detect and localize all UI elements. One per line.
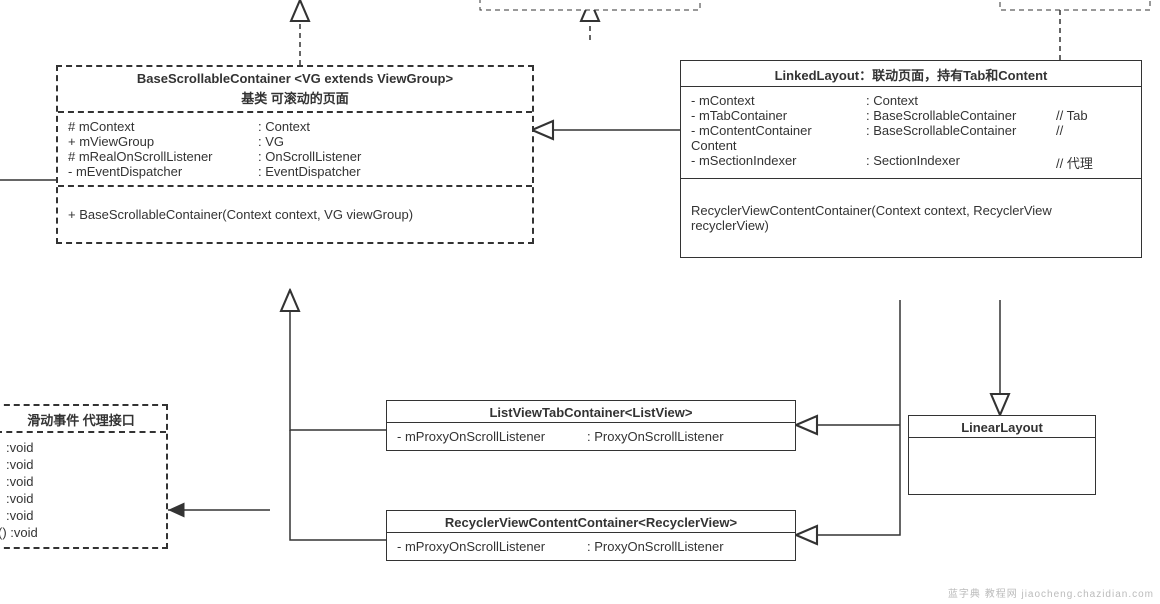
watermark: 蓝字典 教程网 jiaocheng.chazidian.com (948, 585, 1154, 600)
fields: - mProxyOnScrollListener: ProxyOnScrollL… (387, 533, 795, 560)
fields: - mContext: Context - mTabContainer: Bas… (681, 87, 1141, 178)
fields: # mContext: Context + mViewGroup: VG # m… (58, 113, 532, 185)
class-title: 滑动事件 代理接口 (0, 406, 166, 431)
class-title: RecyclerViewContentContainer<RecyclerVie… (387, 511, 795, 532)
class-title: ListViewTabContainer<ListView> (387, 401, 795, 422)
class-title: LinkedLayout：联动页面，持有Tab和Content (681, 61, 1141, 86)
class-subtitle: 基类 可滚动的页面 (58, 88, 532, 111)
diagram-canvas: BaseScrollableContainer <VG extends View… (0, 0, 1160, 604)
class-title: BaseScrollableContainer <VG extends View… (58, 67, 532, 88)
class-linear-layout: LinearLayout (908, 415, 1096, 495)
fields: - mProxyOnScrollListener: ProxyOnScrollL… (387, 423, 795, 450)
interface-proxy-scroll: 滑动事件 代理接口 :void :void :void :void :void … (0, 404, 168, 549)
methods: + BaseScrollableContainer(Context contex… (58, 187, 532, 242)
class-base-scrollable-container: BaseScrollableContainer <VG extends View… (56, 65, 534, 244)
methods: RecyclerViewContentContainer(Context con… (681, 179, 1141, 257)
class-recyclerview-content-container: RecyclerViewContentContainer<RecyclerVie… (386, 510, 796, 561)
class-linked-layout: LinkedLayout：联动页面，持有Tab和Content - mConte… (680, 60, 1142, 258)
class-listview-tab-container: ListViewTabContainer<ListView> - mProxyO… (386, 400, 796, 451)
class-title: LinearLayout (909, 416, 1095, 437)
